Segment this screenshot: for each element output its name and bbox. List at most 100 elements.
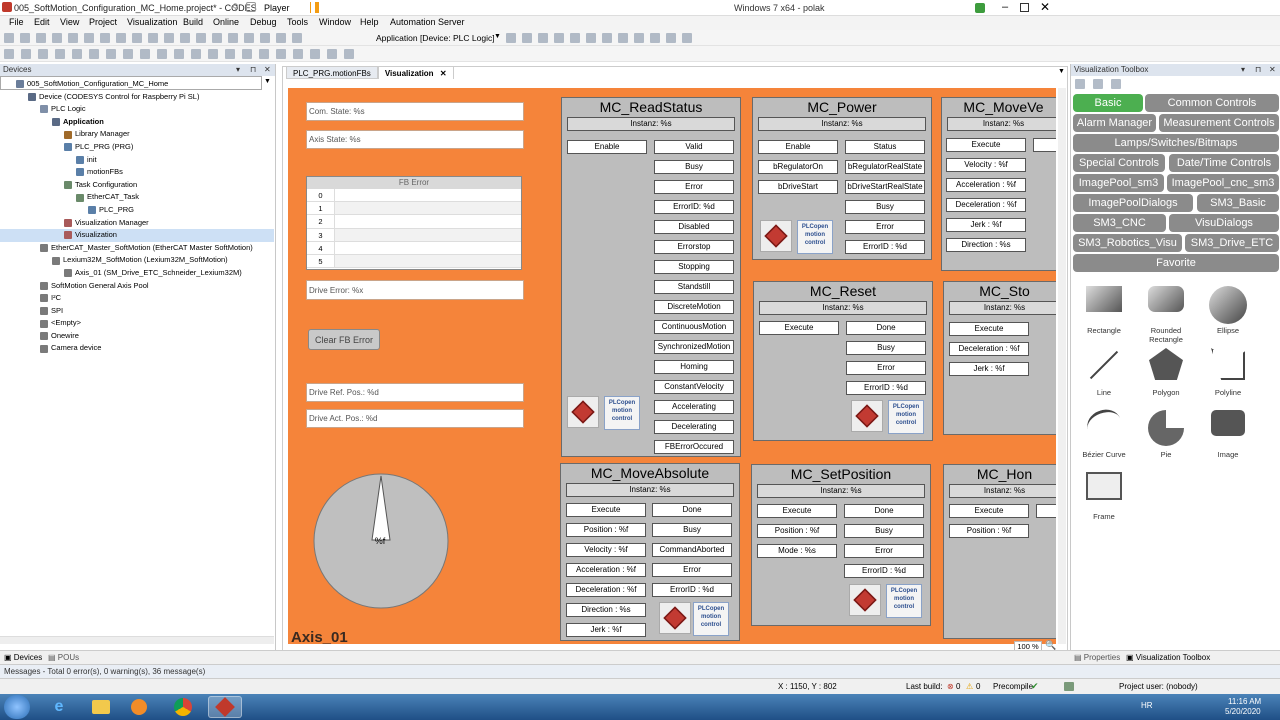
fb-input[interactable]: Velocity : %f	[946, 158, 1026, 172]
undo-icon[interactable]	[68, 33, 78, 43]
fb-input[interactable]: bDriveStart	[758, 180, 838, 194]
maximize-button[interactable]	[1020, 3, 1029, 12]
toolbox-tool[interactable]: Ellipse	[1198, 286, 1258, 335]
menu-view[interactable]: View	[60, 17, 79, 27]
panel-dropdown-icon[interactable]: ▾	[236, 64, 240, 76]
align-right-icon[interactable]	[38, 49, 48, 59]
fb-input[interactable]: Execute	[949, 322, 1029, 336]
menu-build[interactable]: Build	[183, 17, 203, 27]
ungroup-icon[interactable]	[174, 49, 184, 59]
bookmark-icon[interactable]	[196, 33, 206, 43]
options-icon[interactable]	[292, 33, 302, 43]
tree-node[interactable]: motionFBs	[0, 166, 274, 179]
tree-node[interactable]: EtherCAT_Master_SoftMotion (EtherCAT Mas…	[0, 242, 274, 255]
write-icon[interactable]	[650, 33, 660, 43]
close-button[interactable]: ✕	[1040, 0, 1050, 14]
compile-icon[interactable]	[276, 33, 286, 43]
chrome-icon[interactable]	[166, 696, 200, 718]
fb-input[interactable]: Direction : %s	[566, 603, 646, 617]
tree-node[interactable]: Application	[0, 116, 274, 129]
build-icon[interactable]	[212, 33, 222, 43]
toolbox-group[interactable]: Special Controls	[1073, 154, 1165, 172]
toolbox-group[interactable]: Date/Time Controls	[1169, 154, 1279, 172]
tree-node[interactable]: Library Manager	[0, 128, 274, 141]
panel-dropdown-icon[interactable]: ▾	[1241, 64, 1245, 76]
fb-input[interactable]: Mode : %s	[757, 544, 837, 558]
fb-input[interactable]: Enable	[758, 140, 838, 154]
toolbox-tool[interactable]: Pie	[1136, 410, 1196, 459]
menu-automation-server[interactable]: Automation Server	[390, 17, 465, 27]
tree-node[interactable]: PLC Logic	[0, 103, 274, 116]
pause-icon[interactable]	[310, 2, 314, 13]
save-icon[interactable]	[36, 33, 46, 43]
find-icon[interactable]	[164, 33, 174, 43]
group-icon[interactable]	[157, 49, 167, 59]
fb-input[interactable]: Deceleration : %f	[946, 198, 1026, 212]
player-menu[interactable]: Player	[264, 3, 290, 13]
panel-close-icon[interactable]: ✕	[1269, 64, 1276, 76]
tab-order-icon[interactable]	[242, 49, 252, 59]
login-icon[interactable]	[506, 33, 516, 43]
tree-node[interactable]: Onewire	[0, 330, 274, 343]
tree-node[interactable]: init	[0, 154, 274, 167]
pous-tab[interactable]: ▤ POUs	[48, 653, 79, 662]
toolbox-group[interactable]: Measurement Controls	[1159, 114, 1279, 132]
copy-icon[interactable]	[116, 33, 126, 43]
tree-node[interactable]: PLC_PRG (PRG)	[0, 141, 274, 154]
bring-front-icon[interactable]	[123, 49, 133, 59]
menu-online[interactable]: Online	[213, 17, 239, 27]
distribute-h-icon[interactable]	[208, 49, 218, 59]
align-top-icon[interactable]	[21, 49, 31, 59]
panel-pin-icon[interactable]: ⊓	[1255, 64, 1261, 76]
unforce-icon[interactable]	[682, 33, 692, 43]
lock-icon[interactable]	[259, 49, 269, 59]
print-icon[interactable]	[52, 33, 62, 43]
toolbox-group[interactable]: ImagePool_cnc_sm3	[1167, 174, 1279, 192]
distribute-v-icon[interactable]	[225, 49, 235, 59]
toolbox-pointer-icon[interactable]	[1111, 79, 1121, 89]
tree-node[interactable]: Visualization	[0, 229, 274, 242]
fb-input[interactable]: Execute	[946, 138, 1026, 152]
tree-node[interactable]: SoftMotion General Axis Pool	[0, 280, 274, 293]
toolbox-search-icon[interactable]	[1075, 79, 1085, 89]
fb-input[interactable]: Execute	[949, 504, 1029, 518]
rebuild-icon[interactable]	[228, 33, 238, 43]
toolbox-group[interactable]: Basic	[1073, 94, 1143, 112]
send-back-icon[interactable]	[140, 49, 150, 59]
step-out-icon[interactable]	[634, 33, 644, 43]
same-height-icon[interactable]	[106, 49, 116, 59]
stop-icon[interactable]	[554, 33, 564, 43]
fb-input[interactable]: Position : %f	[757, 524, 837, 538]
fb-input[interactable]: Jerk : %f	[949, 362, 1029, 376]
step-into-icon[interactable]	[618, 33, 628, 43]
tree-node[interactable]: Axis_01 (SM_Drive_ETC_Schneider_Lexium32…	[0, 267, 274, 280]
new-icon[interactable]	[4, 33, 14, 43]
cut-icon[interactable]	[100, 33, 110, 43]
toolbox-tool[interactable]: Rectangle	[1074, 286, 1134, 335]
force-icon[interactable]	[666, 33, 676, 43]
tree-node[interactable]: I²C	[0, 292, 274, 305]
fb-input[interactable]: bRegulatorOn	[758, 160, 838, 174]
reset-icon[interactable]	[570, 33, 580, 43]
fb-input[interactable]: Deceleration : %f	[949, 342, 1029, 356]
fb-input[interactable]: Deceleration : %f	[566, 583, 646, 597]
toolbox-group[interactable]: ImagePool_sm3	[1073, 174, 1164, 192]
fb-input[interactable]: Enable	[567, 140, 647, 154]
tree-node[interactable]: <Empty>	[0, 317, 274, 330]
toolbox-tool[interactable]: Rounded Rectangle	[1136, 286, 1196, 344]
toolbox-tab[interactable]: ▣ Visualization Toolbox	[1126, 653, 1210, 662]
fb-input[interactable]: Jerk : %f	[946, 218, 1026, 232]
visualization-canvas[interactable]: Com. State: %s Axis State: %s FB Error 0…	[288, 88, 1056, 644]
tree-node[interactable]: Task Configuration	[0, 179, 274, 192]
logout-icon[interactable]	[522, 33, 532, 43]
same-width-icon[interactable]	[89, 49, 99, 59]
language-indicator[interactable]: HR	[1141, 701, 1153, 710]
devices-tab[interactable]: ▣ Devices	[4, 653, 42, 662]
toolbox-group[interactable]: SM3_Robotics_Visu	[1073, 234, 1182, 252]
clean-icon[interactable]	[244, 33, 254, 43]
delete-icon[interactable]	[148, 33, 158, 43]
fb-input[interactable]: Execute	[566, 503, 646, 517]
properties-tab[interactable]: ▤ Properties	[1074, 653, 1120, 662]
toolbox-group[interactable]: Common Controls	[1145, 94, 1279, 112]
menu-edit[interactable]: Edit	[34, 17, 50, 27]
